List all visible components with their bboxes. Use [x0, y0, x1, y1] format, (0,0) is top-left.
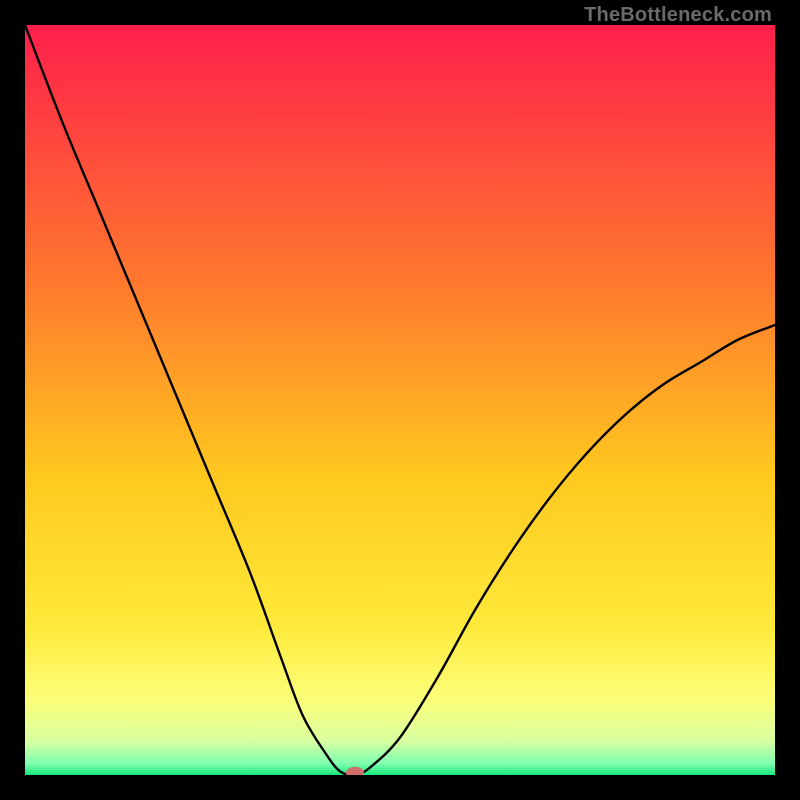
chart-frame: TheBottleneck.com [0, 0, 800, 800]
gradient-background [25, 25, 775, 775]
bottleneck-chart [25, 25, 775, 775]
watermark-text: TheBottleneck.com [584, 4, 772, 27]
plot-area [25, 25, 775, 775]
